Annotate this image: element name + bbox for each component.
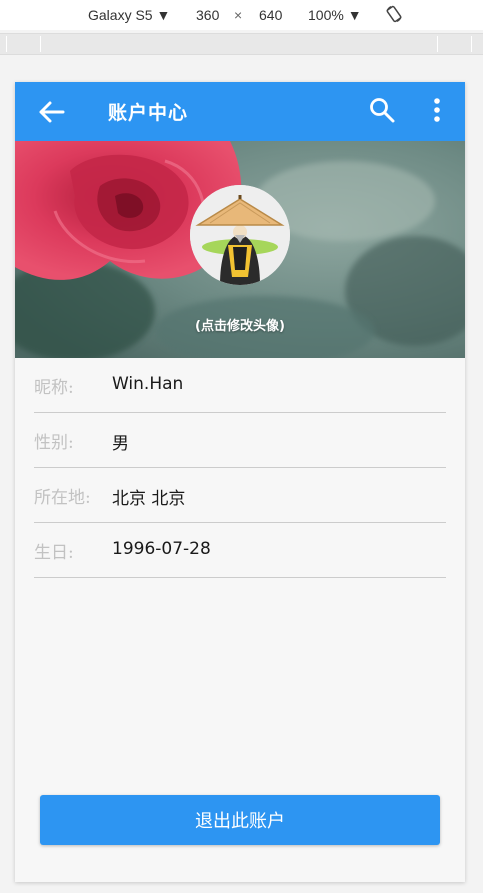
info-row-nickname[interactable]: 昵称: Win.Han	[34, 358, 446, 413]
info-value: 1996-07-28	[112, 539, 211, 559]
rotate-icon[interactable]	[384, 4, 404, 27]
logout-button[interactable]: 退出此账户	[40, 795, 440, 845]
phone-screen: 账户中心 (点击修改头像) 昵称: Win.Han 性别: 男 所在地: 北京 …	[15, 82, 465, 882]
device-select[interactable]: Galaxy S5 ▼	[88, 7, 170, 23]
arrow-left-icon[interactable]	[37, 99, 67, 125]
info-value: 北京 北京	[112, 489, 186, 509]
zoom-select[interactable]: 100% ▼	[308, 7, 362, 23]
caret-down-icon: ▼	[347, 7, 362, 23]
ruler-bar	[0, 33, 483, 55]
app-bar: 账户中心	[15, 82, 465, 141]
info-row-location[interactable]: 所在地: 北京 北京	[34, 468, 446, 523]
devtools-toolbar: Galaxy S5 ▼ 360 × 640 100% ▼	[0, 0, 483, 30]
profile-banner: (点击修改头像)	[15, 141, 465, 358]
info-label: 生日:	[34, 543, 74, 563]
change-avatar-hint[interactable]: (点击修改头像)	[15, 315, 465, 334]
device-name: Galaxy S5	[88, 7, 153, 23]
search-icon[interactable]	[368, 96, 396, 124]
info-label: 所在地:	[34, 488, 91, 508]
info-row-birthday[interactable]: 生日: 1996-07-28	[34, 523, 446, 578]
avatar[interactable]	[190, 185, 290, 285]
info-value: Win.Han	[112, 374, 184, 394]
info-value: 男	[112, 434, 129, 454]
width-field[interactable]: 360	[196, 7, 219, 23]
caret-down-icon: ▼	[156, 7, 171, 23]
profile-info-list: 昵称: Win.Han 性别: 男 所在地: 北京 北京 生日: 1996-07…	[34, 358, 446, 578]
times-sign: ×	[234, 7, 243, 23]
zoom-value: 100%	[308, 7, 344, 23]
more-vertical-icon[interactable]	[431, 96, 443, 126]
info-row-gender[interactable]: 性别: 男	[34, 413, 446, 468]
info-label: 性别:	[34, 433, 74, 453]
page-title: 账户中心	[108, 102, 189, 124]
info-label: 昵称:	[34, 378, 74, 398]
height-field[interactable]: 640	[259, 7, 282, 23]
